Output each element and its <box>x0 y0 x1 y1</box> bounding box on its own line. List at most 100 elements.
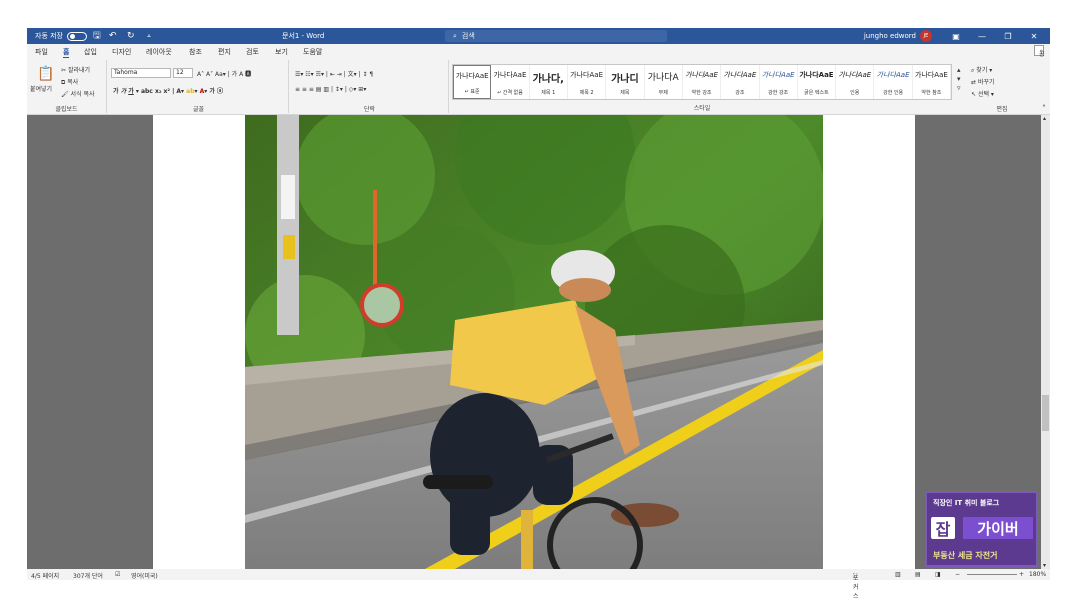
save-icon[interactable]: 🖫 <box>93 28 101 44</box>
replace-button[interactable]: ⇄ 바꾸기 <box>971 77 995 86</box>
page-count[interactable]: 4/5 페이지 <box>31 571 59 580</box>
tab-insert[interactable]: 삽입 <box>84 47 97 57</box>
replace-icon: ⇄ <box>971 79 977 86</box>
search-icon: ⌕ <box>453 31 457 40</box>
style-item[interactable]: 가나다AaE 강한 인용 <box>874 65 913 99</box>
watermark-brand: 가이버 <box>963 517 1033 539</box>
editing-group: ⌕ 찾기 ▾ ⇄ 바꾸기 ↖ 선택 ▾ 편집 <box>967 60 1037 113</box>
list-controls[interactable]: ☰▾ ☷▾ ☴▾ | ⇤ ⇥ | 文▾ | ↕ ¶ <box>295 69 373 78</box>
search-box[interactable]: ⌕ 검색 <box>445 30 667 42</box>
font-group-label: 글꼴 <box>192 106 205 113</box>
styles-scroll-icon[interactable]: ▴ ▾ ▿ <box>957 66 961 93</box>
style-item[interactable]: 가나다A 부제 <box>645 65 683 99</box>
style-sample: 가나다AaE <box>761 71 795 79</box>
style-sample: 가나다A <box>647 73 679 83</box>
print-layout-icon[interactable]: ▤ <box>915 571 921 578</box>
alignment-controls[interactable]: ≡ ≡ ≡ ▤ ▥ | ↕▾ | ◇▾ ⊞▾ <box>295 86 366 93</box>
vertical-scrollbar[interactable]: ▴ ▾ <box>1041 115 1050 569</box>
style-name: 굵은 텍스트 <box>804 90 829 96</box>
style-name: ↵ 표준 <box>464 89 480 95</box>
share-button[interactable]: ⇪ 공유 <box>1034 45 1045 67</box>
styles-gallery: 가나다AaE ↵ 표준 가나다AaE ↵ 간격 없음 가나다, 제목 1 가나다AaE 제목 … <box>452 64 952 100</box>
close-button[interactable]: ✕ <box>1022 28 1046 44</box>
style-item[interactable]: 가나디 제목 <box>606 65 645 99</box>
tab-review[interactable]: 검토 <box>246 47 259 57</box>
language-status[interactable]: 영어(미국) <box>131 571 158 580</box>
style-name: ↵ 간격 없음 <box>497 90 523 96</box>
style-item[interactable]: 가나다AaE ↵ 표준 <box>453 65 492 99</box>
tab-mailings[interactable]: 편지 <box>218 47 231 57</box>
redo-icon[interactable]: ↻ <box>127 28 135 44</box>
cut-button[interactable]: ✂ 잘라내기 <box>61 65 90 74</box>
autosave-control[interactable]: 자동 저장 <box>35 28 87 44</box>
zoom-level[interactable]: 180% <box>1029 571 1046 578</box>
style-item[interactable]: 가나다AaE ↵ 간격 없음 <box>491 65 530 99</box>
style-item[interactable]: 가나다AaE 강조 <box>721 65 760 99</box>
style-item[interactable]: 가나다AaE 약한 강조 <box>683 65 722 99</box>
style-sample: 가나디 <box>611 74 639 85</box>
word-count[interactable]: 307개 단어 <box>73 571 103 580</box>
inline-photo-cyclist[interactable] <box>245 115 823 569</box>
font-size-controls[interactable]: A˄ A˅ Aa▾ | 가 A 🅰 <box>197 69 251 78</box>
zoom-in-icon[interactable]: + <box>1019 571 1024 578</box>
style-item[interactable]: 가나다AaE 인용 <box>836 65 875 99</box>
paste-icon[interactable]: 📋 <box>37 66 54 82</box>
copy-icon: ⧉ <box>61 79 66 86</box>
tab-design[interactable]: 디자인 <box>112 47 131 57</box>
zoom-out-icon[interactable]: − <box>955 571 960 578</box>
cut-icon: ✂ <box>61 67 67 74</box>
autosave-label: 자동 저장 <box>35 32 63 40</box>
ribbon: 📋 붙여넣기 ✂ 잘라내기 ⧉ 복사 🖌 서식 복사 클립보드 Tahoma 1… <box>27 58 1050 115</box>
tab-file[interactable]: 파일 <box>35 47 48 57</box>
style-item[interactable]: 가나다AaE 굵은 텍스트 <box>798 65 837 99</box>
paste-button[interactable]: 붙여넣기 <box>30 84 52 93</box>
style-name: 인용 <box>850 90 860 96</box>
style-item[interactable]: 가나다AaE 강한 강조 <box>760 65 798 99</box>
proofing-icon[interactable]: ☑ <box>115 571 120 578</box>
style-sample: 가나다AaE <box>493 71 527 79</box>
quick-access-dropdown-icon[interactable]: ⩡ <box>147 28 151 44</box>
style-sample: 가나다AaE <box>570 71 603 79</box>
document-title: 문서1 - Word <box>282 32 325 40</box>
font-size-select[interactable]: 12 <box>173 68 193 78</box>
tab-layout[interactable]: 레이아웃 <box>146 47 172 57</box>
zoom-slider[interactable] <box>967 574 1017 575</box>
copy-button[interactable]: ⧉ 복사 <box>61 77 78 87</box>
cut-label: 잘라내기 <box>67 67 91 74</box>
style-item[interactable]: 가나다AaE 제목 2 <box>568 65 607 99</box>
collapse-ribbon-icon[interactable]: ˄ <box>1042 104 1046 113</box>
restore-button[interactable]: ❐ <box>996 28 1020 44</box>
select-button[interactable]: ↖ 선택 ▾ <box>971 89 994 98</box>
tab-view[interactable]: 보기 <box>275 47 288 57</box>
user-name: jungho edword <box>863 32 916 40</box>
style-item[interactable]: 가나다AaE 약한 참조 <box>913 65 952 99</box>
undo-icon[interactable]: ↶ <box>109 28 117 44</box>
minimize-button[interactable]: — <box>970 28 994 44</box>
style-sample: 가나다AaE <box>799 71 834 79</box>
status-bar: 4/5 페이지 307개 단어 ☑ 영어(미국) ⛶ 포커스 ▥ ▤ ◨ − +… <box>27 569 1050 600</box>
style-sample: 가나다AaE <box>876 71 910 79</box>
autosave-toggle[interactable] <box>67 31 87 41</box>
scroll-up-icon[interactable]: ▴ <box>1043 115 1046 122</box>
scroll-thumb[interactable] <box>1042 395 1049 431</box>
tab-references[interactable]: 참조 <box>189 47 202 57</box>
format-painter-icon: 🖌 <box>61 91 69 98</box>
copy-label: 복사 <box>67 79 79 86</box>
editing-group-label: 편집 <box>996 106 1008 113</box>
font-name-select[interactable]: Tahoma <box>111 68 171 78</box>
avatar: JE <box>920 30 932 42</box>
web-layout-icon[interactable]: ◨ <box>935 571 941 578</box>
user-account[interactable]: jungho edword JE <box>864 28 932 44</box>
read-mode-icon[interactable]: ▥ <box>895 571 901 578</box>
find-button[interactable]: ⌕ 찾기 ▾ <box>971 65 992 75</box>
format-painter-button[interactable]: 🖌 서식 복사 <box>61 89 95 98</box>
style-sample: 가나다AaE <box>723 71 757 79</box>
font-format-controls[interactable]: 가 가 가 ▾ abc x₂ x² | A▾ ab▾ A▾ 가 ⓐ <box>113 86 223 95</box>
scroll-down-icon[interactable]: ▾ <box>1043 562 1046 569</box>
tab-help[interactable]: 도움말 <box>303 47 322 57</box>
style-item[interactable]: 가나다, 제목 1 <box>530 65 568 99</box>
ribbon-display-icon[interactable]: ▣ <box>944 28 968 44</box>
replace-label: 바꾸기 <box>977 79 995 86</box>
tab-home[interactable]: 홈 <box>63 47 70 58</box>
blog-watermark-logo: 직장인 IT 취미 블로그 잡 가이버 부동산 세금 자전거 <box>925 491 1038 567</box>
